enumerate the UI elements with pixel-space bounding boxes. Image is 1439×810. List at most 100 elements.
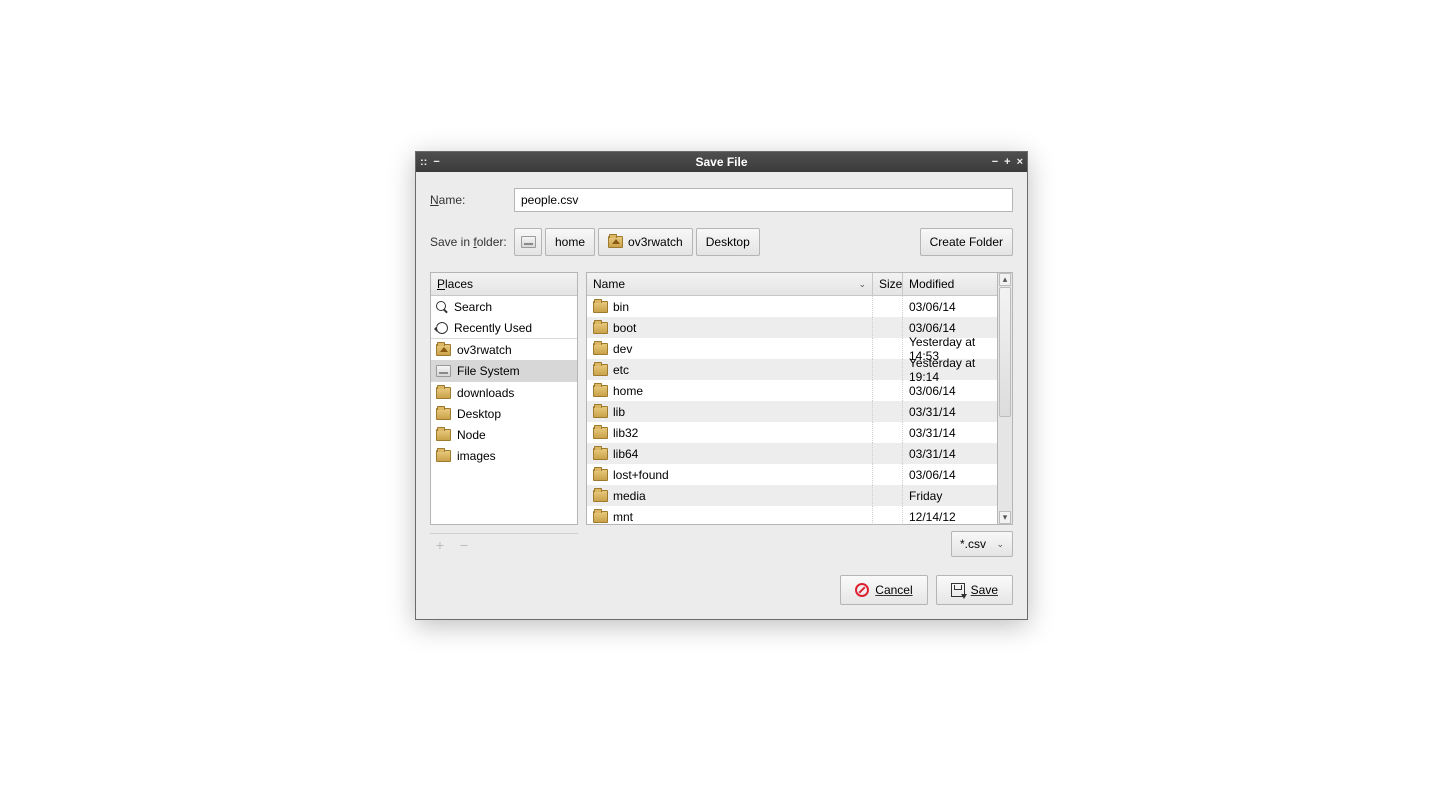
column-header-modified[interactable]: Modified	[903, 273, 997, 295]
titlebar[interactable]: :: − Save File − + ×	[416, 152, 1027, 172]
places-item-label: Node	[457, 428, 486, 442]
folder-icon	[593, 406, 608, 418]
scroll-up-button[interactable]: ▴	[999, 273, 1011, 286]
table-row[interactable]: lib03/31/14	[587, 401, 997, 422]
table-row[interactable]: lost+found 03/06/14	[587, 464, 997, 485]
window-iconify-icon[interactable]: −	[433, 157, 439, 168]
window-maximize-icon[interactable]: +	[1004, 157, 1010, 168]
filename-input[interactable]	[514, 188, 1013, 212]
places-toolbar: + −	[430, 533, 578, 556]
save-in-folder-label: Save in folder:	[430, 235, 514, 249]
file-modified: 03/06/14	[903, 380, 997, 401]
table-row[interactable]: lib6403/31/14	[587, 443, 997, 464]
places-item-file-system[interactable]: File System	[431, 360, 577, 381]
places-item-label: images	[457, 449, 496, 463]
add-bookmark-button[interactable]: +	[430, 536, 450, 554]
window-minimize-icon[interactable]: −	[992, 157, 998, 168]
file-table: Name⌄ Size Modified bin 03/06/14 boot 03/06…	[586, 272, 998, 525]
places-item-downloads[interactable]: downloads	[431, 382, 577, 403]
folder-icon	[593, 385, 608, 397]
folder-icon	[436, 408, 451, 420]
remove-bookmark-button[interactable]: −	[454, 536, 474, 554]
create-folder-button[interactable]: Create Folder	[920, 228, 1013, 256]
places-item-label: Recently Used	[454, 321, 532, 335]
cancel-button[interactable]: Cancel	[840, 575, 927, 605]
search-icon	[436, 301, 448, 313]
home-folder-icon	[608, 236, 623, 248]
scroll-thumb[interactable]	[999, 287, 1011, 417]
places-sidebar: Places Search Recently Used ov3rwatch File…	[430, 272, 578, 525]
column-header-name[interactable]: Name⌄	[587, 273, 873, 295]
places-item-images[interactable]: images	[431, 445, 577, 466]
file-name: bin	[613, 300, 629, 314]
name-label: Name:	[430, 193, 514, 207]
file-modified: Friday	[903, 485, 997, 506]
folder-icon	[593, 364, 608, 376]
folder-icon	[593, 490, 608, 502]
recent-icon	[436, 322, 448, 334]
file-modified: 03/06/14	[903, 296, 997, 317]
sort-indicator-icon: ⌄	[858, 279, 866, 290]
table-row[interactable]: home 03/06/14	[587, 380, 997, 401]
file-name: home	[613, 384, 643, 398]
table-row[interactable]: mnt12/14/12	[587, 506, 997, 524]
file-size	[873, 317, 903, 338]
folder-icon	[436, 387, 451, 399]
folder-icon	[436, 450, 451, 462]
file-filter-value: *.csv	[960, 537, 986, 551]
table-row[interactable]: etcYesterday at 19:14	[587, 359, 997, 380]
folder-icon	[593, 469, 608, 481]
drive-icon	[521, 236, 536, 248]
places-header[interactable]: Places	[431, 273, 577, 296]
file-name: lib32	[613, 426, 638, 440]
file-name: boot	[613, 321, 636, 335]
window-title: Save File	[695, 155, 747, 169]
file-size	[873, 359, 903, 380]
places-item-search[interactable]: Search	[431, 296, 577, 317]
file-modified: 03/31/14	[903, 401, 997, 422]
chevron-down-icon: ⌄	[996, 539, 1004, 550]
save-button[interactable]: Save	[936, 575, 1013, 605]
window-move-icon[interactable]: ::	[420, 157, 427, 168]
drive-icon	[436, 365, 451, 377]
file-size	[873, 338, 903, 359]
folder-icon	[436, 429, 451, 441]
file-size	[873, 380, 903, 401]
folder-icon	[593, 322, 608, 334]
places-item-ov3rwatch[interactable]: ov3rwatch	[431, 339, 577, 360]
folder-icon	[593, 343, 608, 355]
folder-icon	[593, 511, 608, 523]
table-row[interactable]: bin 03/06/14	[587, 296, 997, 317]
file-size	[873, 422, 903, 443]
folder-icon	[593, 301, 608, 313]
places-item-label: ov3rwatch	[457, 343, 512, 357]
folder-icon	[593, 448, 608, 460]
column-header-size[interactable]: Size	[873, 273, 903, 295]
places-item-recently-used[interactable]: Recently Used	[431, 317, 577, 338]
file-modified: 03/31/14	[903, 422, 997, 443]
breadcrumb-root-drive[interactable]	[514, 228, 542, 256]
file-name: media	[613, 489, 646, 503]
window-close-icon[interactable]: ×	[1017, 157, 1023, 168]
file-size	[873, 464, 903, 485]
file-size	[873, 506, 903, 524]
breadcrumb-segment-home[interactable]: home	[545, 228, 595, 256]
breadcrumb-segment-desktop[interactable]: Desktop	[696, 228, 760, 256]
places-item-desktop[interactable]: Desktop	[431, 403, 577, 424]
file-filter-dropdown[interactable]: *.csv ⌄	[951, 531, 1013, 557]
scroll-down-button[interactable]: ▾	[999, 511, 1011, 524]
file-name: lost+found	[613, 468, 669, 482]
breadcrumb: home ov3rwatch Desktop	[514, 228, 760, 256]
file-modified: 03/31/14	[903, 443, 997, 464]
vertical-scrollbar[interactable]: ▴ ▾	[998, 272, 1013, 525]
places-item-label: Search	[454, 300, 492, 314]
table-row[interactable]: media Friday	[587, 485, 997, 506]
file-name: dev	[613, 342, 632, 356]
file-size	[873, 443, 903, 464]
file-size	[873, 401, 903, 422]
table-row[interactable]: lib32 03/31/14	[587, 422, 997, 443]
places-item-node[interactable]: Node	[431, 424, 577, 445]
file-modified: 03/06/14	[903, 464, 997, 485]
breadcrumb-segment-user[interactable]: ov3rwatch	[598, 228, 693, 256]
save-icon	[951, 583, 965, 597]
